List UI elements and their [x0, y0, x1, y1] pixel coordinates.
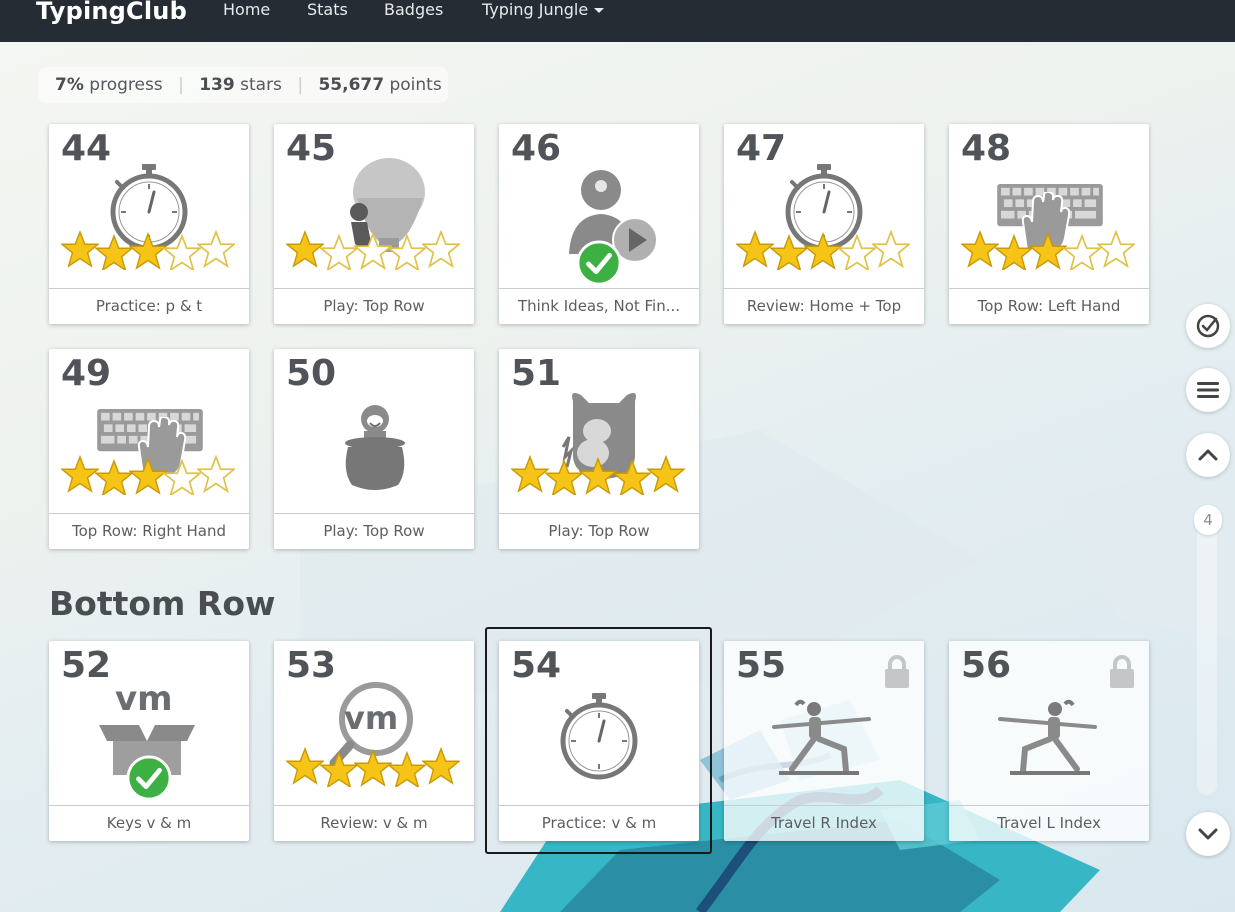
nav-typing-jungle[interactable]: Typing Jungle — [482, 0, 605, 19]
lesson-title: Top Row: Left Hand — [949, 288, 1149, 324]
lesson-title: Review: v & m — [274, 805, 474, 841]
lesson-title: Play: Top Row — [499, 513, 699, 549]
magnifier-text: vm — [344, 699, 399, 737]
check-icon — [576, 240, 622, 286]
chevron-down-icon — [594, 8, 605, 13]
scroll-up-button[interactable] — [1186, 433, 1230, 477]
page-indicator[interactable]: 4 — [1194, 505, 1222, 535]
lesson-number: 55 — [736, 645, 787, 686]
checklist-button[interactable] — [1186, 304, 1230, 348]
lesson-card-46[interactable]: 46 Think Ideas, Not Fin... — [499, 124, 699, 324]
scroll-track[interactable] — [1197, 505, 1217, 795]
star-rating — [61, 456, 235, 495]
lesson-number: 51 — [511, 353, 562, 394]
nav-stats[interactable]: Stats — [307, 0, 348, 19]
star-rating — [286, 231, 460, 270]
lock-icon — [882, 655, 912, 689]
nav-typing-jungle-label: Typing Jungle — [482, 0, 589, 19]
lesson-title: Keys v & m — [49, 805, 249, 841]
scroll-down-button[interactable] — [1186, 812, 1230, 856]
lesson-card-44[interactable]: 44 Practice: p & t — [49, 124, 249, 324]
lesson-card-49[interactable]: 49 Top Row: Right Hand — [49, 349, 249, 549]
progress-summary: 7% progress | 139 stars | 55,677 points — [38, 67, 448, 103]
lesson-number: 52 — [61, 645, 112, 686]
stars-label: stars — [240, 75, 282, 95]
jar-creature-icon — [345, 405, 405, 490]
check-icon — [126, 755, 172, 801]
yoga-pose-icon — [764, 699, 874, 779]
chevron-up-icon — [1198, 449, 1218, 461]
lesson-title: Play: Top Row — [274, 513, 474, 549]
lesson-card-52[interactable]: 52 vm Keys v & m — [49, 641, 249, 841]
lesson-title: Think Ideas, Not Fin... — [499, 288, 699, 324]
lesson-title: Practice: p & t — [49, 288, 249, 324]
stopwatch-icon — [554, 691, 644, 781]
menu-button[interactable] — [1186, 368, 1230, 412]
nav-home[interactable]: Home — [223, 0, 270, 19]
star-rating — [511, 456, 685, 495]
progress-value: 7% — [55, 75, 84, 95]
lesson-card-50[interactable]: 50 Play: Top Row — [274, 349, 474, 549]
lesson-card-45[interactable]: 45 Play: Top Row — [274, 124, 474, 324]
lesson-number: 56 — [961, 645, 1012, 686]
section-title-bottom-row: Bottom Row — [49, 584, 276, 623]
lesson-number: 50 — [286, 353, 337, 394]
progress-label: progress — [89, 75, 163, 95]
lesson-card-51[interactable]: 51 Play: Top Row — [499, 349, 699, 549]
star-rating — [61, 231, 235, 270]
lesson-title: Travel L Index — [949, 805, 1149, 841]
lesson-card-53[interactable]: 53 vm Review: v & m — [274, 641, 474, 841]
points-label: points — [389, 75, 442, 95]
lesson-card-48[interactable]: 48 Top Row: Left Hand — [949, 124, 1149, 324]
check-circle-icon — [1196, 314, 1220, 338]
lesson-card-55[interactable]: 55 Travel R Index — [724, 641, 924, 841]
stars-value: 139 — [199, 75, 235, 95]
yoga-pose-icon — [995, 699, 1105, 779]
lock-icon — [1107, 655, 1137, 689]
star-rating — [961, 231, 1135, 270]
lesson-number: 46 — [511, 128, 562, 169]
chevron-down-icon — [1198, 828, 1218, 840]
brand-logo[interactable]: TypingClub — [36, 0, 187, 25]
points-value: 55,677 — [318, 75, 385, 95]
lesson-title: Practice: v & m — [499, 805, 699, 841]
top-navbar: TypingClub Home Stats Badges Typing Jung… — [0, 0, 1235, 42]
lesson-card-54[interactable]: 54 Practice: v & m — [499, 641, 699, 841]
lesson-number: 48 — [961, 128, 1012, 169]
lesson-number: 49 — [61, 353, 112, 394]
lesson-title: Review: Home + Top — [724, 288, 924, 324]
keys-text: vm — [115, 679, 173, 719]
hamburger-icon — [1197, 382, 1219, 398]
lesson-title: Play: Top Row — [274, 288, 474, 324]
star-rating — [286, 748, 460, 787]
lesson-card-47[interactable]: 47 Review: Home + Top — [724, 124, 924, 324]
lesson-title: Travel R Index — [724, 805, 924, 841]
lesson-title: Top Row: Right Hand — [49, 513, 249, 549]
lesson-number: 54 — [511, 645, 562, 686]
lesson-card-56[interactable]: 56 Travel L Index — [949, 641, 1149, 841]
star-rating — [736, 231, 910, 270]
nav-badges[interactable]: Badges — [384, 0, 443, 19]
